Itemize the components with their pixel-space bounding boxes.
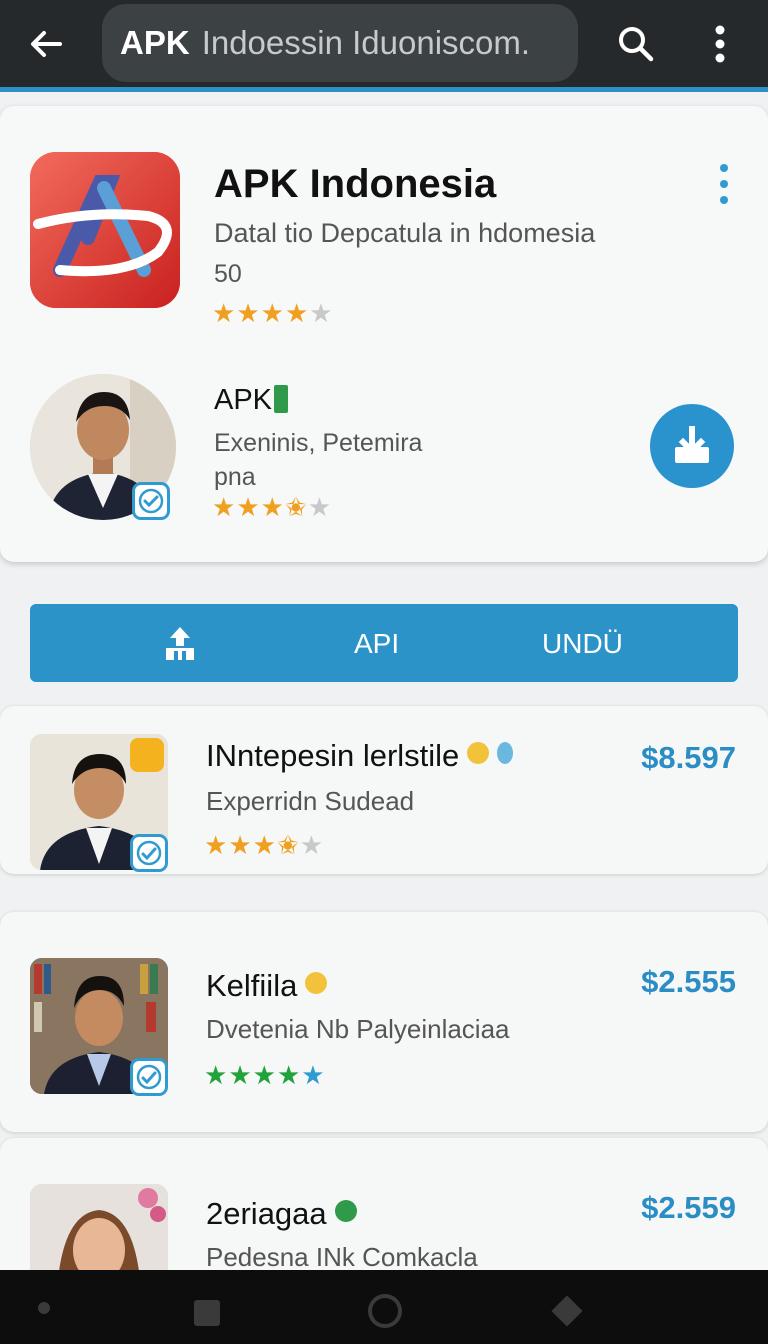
- item-rating-stars: ★★★★★: [204, 1060, 326, 1091]
- list-item[interactable]: Kelfiila Dvetenia Nb Palyeinlaciaa $2.55…: [0, 912, 768, 1132]
- item-title: 2eriagaa: [206, 1196, 357, 1232]
- nav-dot-icon[interactable]: [38, 1302, 50, 1314]
- featured-app-card[interactable]: APK Indonesia Datal tio Depcatula in hdo…: [0, 106, 768, 562]
- system-nav-bar: [0, 1270, 768, 1344]
- smiley-icon: [467, 742, 490, 764]
- star-icon: ★: [276, 1060, 302, 1090]
- app-subtitle: Datal tio Depcatula in hdomesia: [214, 218, 596, 248]
- search-query-rest: Indoessin Iduoniscom.: [201, 24, 531, 61]
- star-icon: ★: [204, 830, 229, 860]
- search-button[interactable]: [610, 18, 662, 70]
- overflow-menu-button[interactable]: [698, 18, 742, 70]
- app-count: 50: [214, 260, 242, 288]
- verified-badge: [130, 834, 168, 872]
- item-title: Kelfiila: [206, 968, 328, 1004]
- list-item[interactable]: INntepesin lerlstile Experridn Sudead $8…: [0, 706, 768, 874]
- star-icon: ★: [228, 830, 253, 860]
- star-icon: ★: [260, 492, 285, 522]
- item-price: $2.555: [641, 964, 736, 999]
- menu-dot: [720, 180, 728, 188]
- star-icon: ★: [284, 298, 310, 328]
- star-icon: ★: [236, 298, 261, 328]
- star-icon: ★: [252, 1060, 277, 1090]
- verified-badge: [130, 1058, 168, 1096]
- star-icon: ★: [260, 298, 285, 328]
- star-icon: ★: [228, 1060, 253, 1090]
- back-nav-button[interactable]: [551, 1295, 583, 1327]
- star-icon: ★: [212, 298, 237, 328]
- item-subtitle: Pedesna INk Comkacla: [206, 1242, 478, 1272]
- search-icon: [619, 27, 654, 62]
- menu-dot: [720, 196, 728, 204]
- star-empty-icon: ★: [307, 492, 333, 522]
- item-price: $8.597: [641, 740, 736, 775]
- back-button[interactable]: [22, 20, 70, 68]
- star-icon: ★: [301, 1060, 326, 1090]
- star-empty-icon: ★: [299, 830, 325, 860]
- menu-dot: [720, 164, 728, 172]
- download-button[interactable]: [650, 404, 734, 488]
- star-icon: ★: [204, 1060, 229, 1090]
- top-app-bar: APK Indoessin Iduoniscom.: [0, 0, 768, 92]
- star-half-icon: ✬: [276, 830, 300, 860]
- home-button[interactable]: [368, 1294, 402, 1328]
- app-rating-stars: ★★★★★: [212, 298, 334, 329]
- action-bar[interactable]: API UNDÜ: [30, 604, 738, 682]
- action-bar-label-2[interactable]: UNDÜ: [542, 628, 623, 660]
- check-icon: [136, 1064, 162, 1090]
- smiley-icon: [305, 972, 328, 994]
- item-title-text: 2eriagaa: [206, 1196, 327, 1231]
- developer-badge-icon: [274, 385, 289, 413]
- search-input[interactable]: APK Indoessin Iduoniscom.: [102, 4, 578, 82]
- action-bar-label-1[interactable]: API: [354, 628, 399, 660]
- item-price: $2.559: [641, 1190, 736, 1225]
- item-title-text: INntepesin lerlstile: [206, 738, 460, 773]
- item-title-text: Kelfiila: [206, 968, 298, 1003]
- check-icon: [138, 488, 164, 514]
- item-title: INntepesin lerlstile: [206, 738, 514, 774]
- app-title: APK Indonesia: [214, 162, 497, 206]
- upload-icon: [166, 627, 194, 660]
- item-subtitle: Experridn Sudead: [206, 786, 415, 816]
- star-half-icon: ✬: [284, 492, 308, 522]
- item-subtitle: Dvetenia Nb Palyeinlaciaa: [206, 1014, 510, 1044]
- developer-desc-line-1: Exeninis, Petemira: [214, 429, 423, 457]
- item-rating-stars: ★★★✬★: [204, 830, 324, 861]
- star-icon: ★: [212, 492, 237, 522]
- star-icon: ★: [252, 830, 277, 860]
- developer-name-text: APK: [214, 384, 273, 416]
- apk-logo-icon: [30, 152, 180, 308]
- download-icon: [675, 426, 709, 463]
- moon-badge-icon: [130, 738, 164, 772]
- developer-description: Exeninis, Petemira pna: [214, 426, 422, 494]
- developer-rating-stars: ★★★✬★: [212, 492, 332, 523]
- developer-name: APK: [214, 384, 289, 417]
- green-badge-icon: [334, 1200, 357, 1222]
- recents-button[interactable]: [194, 1300, 220, 1326]
- star-empty-icon: ★: [309, 298, 334, 328]
- search-query-strong: APK: [120, 24, 190, 61]
- developer-desc-line-2: pna: [214, 463, 256, 491]
- badge-icon: [497, 742, 514, 764]
- check-icon: [136, 840, 162, 866]
- card-menu-button[interactable]: [712, 164, 736, 204]
- app-logo: [30, 152, 180, 308]
- verified-badge: [132, 482, 170, 520]
- more-vert-icon: [715, 25, 725, 63]
- arrow-left-icon: [31, 31, 62, 57]
- star-icon: ★: [236, 492, 261, 522]
